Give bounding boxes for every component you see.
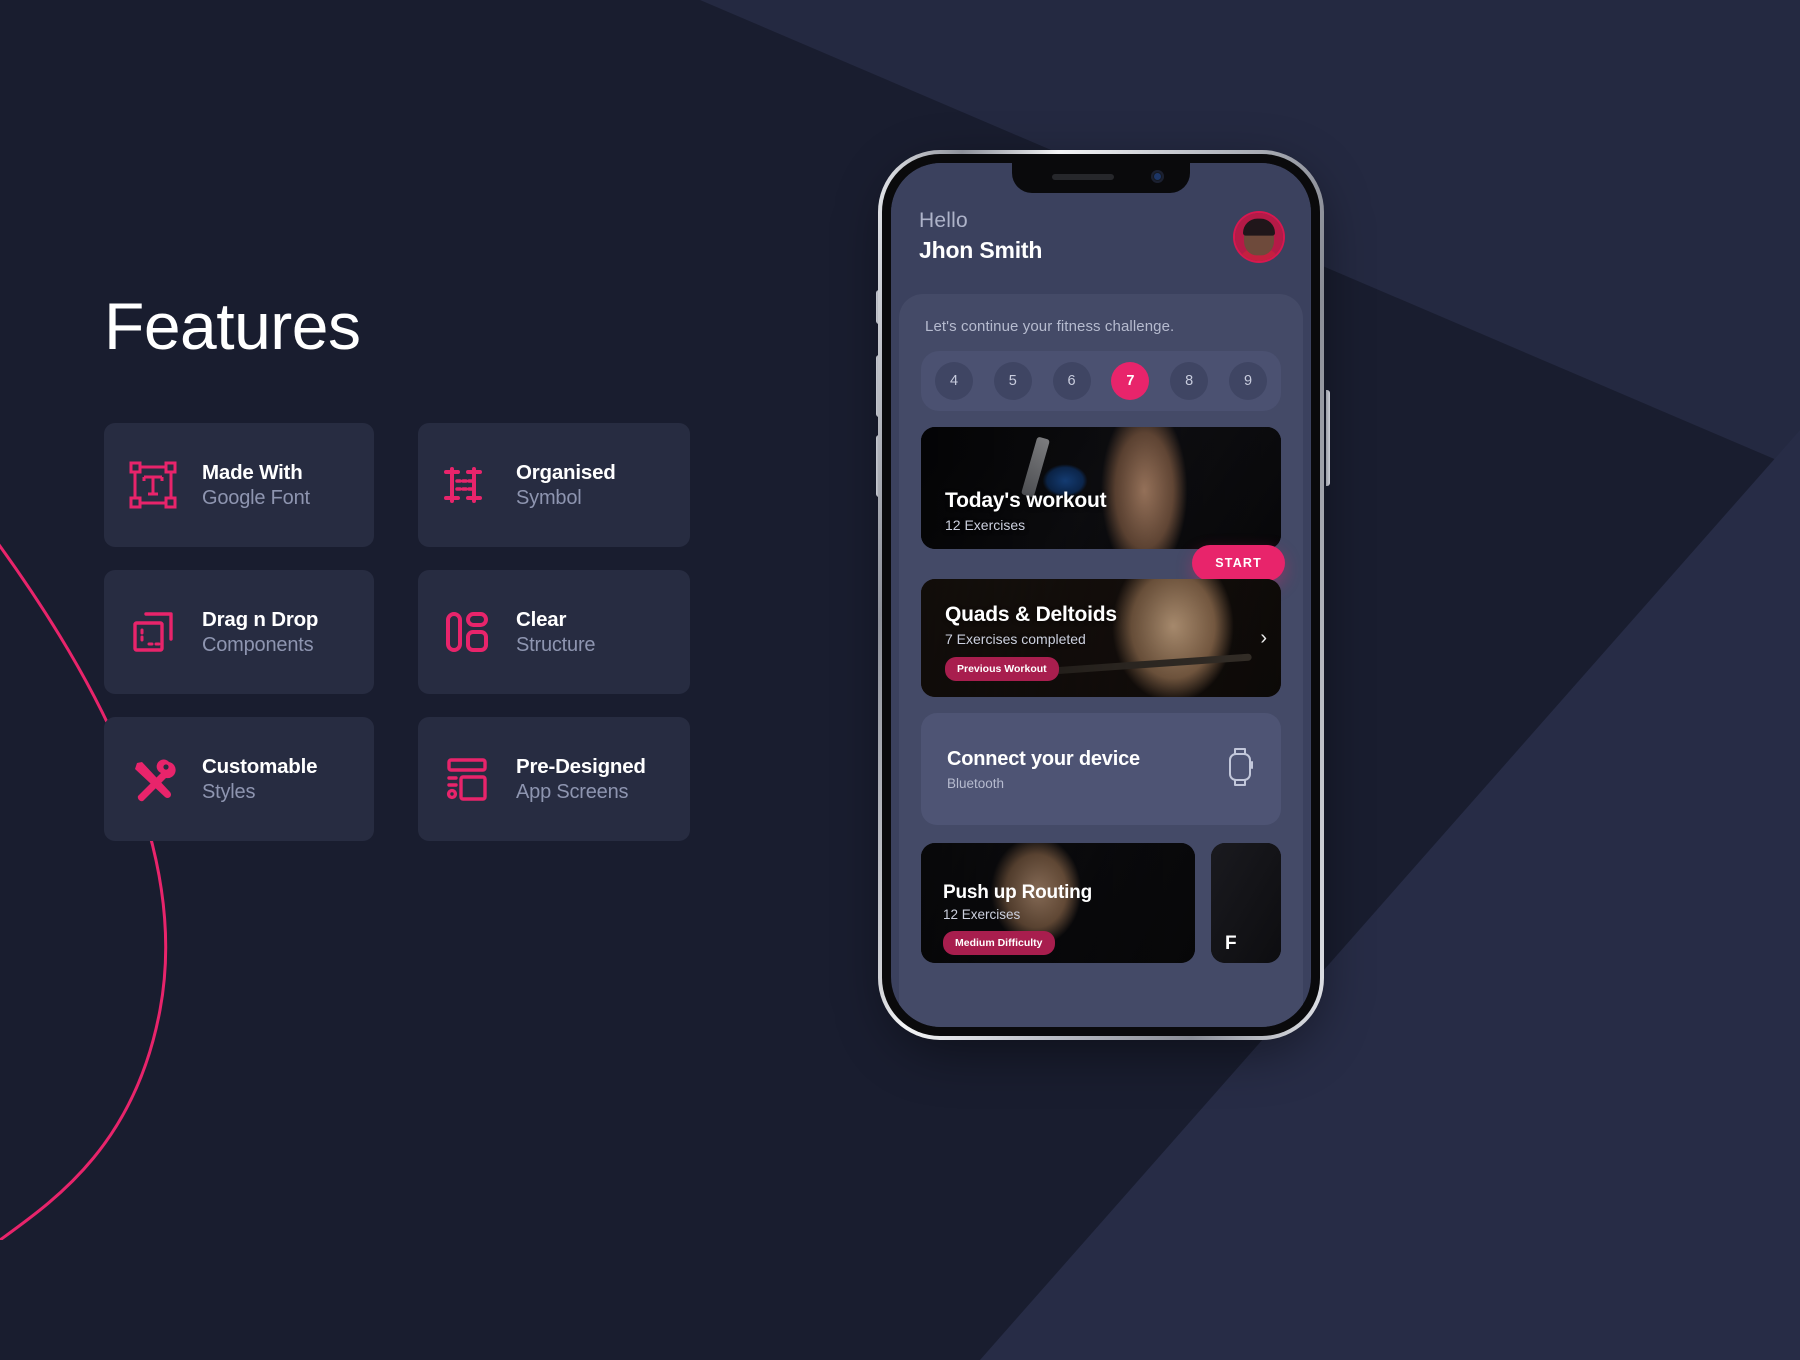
greeting-label: Hello <box>919 209 968 232</box>
todays-workout-title: Today's workout <box>945 489 1107 512</box>
feature-card-clear[interactable]: Clear Structure <box>418 570 690 695</box>
feature-subtitle: App Screens <box>516 780 629 803</box>
phone-power-button[interactable] <box>1326 390 1330 486</box>
tools-icon <box>124 750 182 808</box>
layout-blocks-icon <box>438 603 496 661</box>
push-up-routine-card[interactable]: Push up Routing 12 Exercises Medium Diff… <box>921 843 1195 963</box>
app-screen-icon <box>438 750 496 808</box>
fitness-app: Hello Jhon Smith Let's continue your fit… <box>891 163 1311 1027</box>
feature-title: Drag n Drop <box>202 607 319 631</box>
smartwatch-icon <box>1225 745 1255 794</box>
bottom-card-row: Push up Routing 12 Exercises Medium Diff… <box>921 843 1281 963</box>
phone-notch <box>1012 163 1190 193</box>
feature-subtitle: Symbol <box>516 486 582 509</box>
feature-title: Pre-Designed <box>516 754 646 778</box>
feature-title: Made With <box>202 460 303 484</box>
todays-workout-wrapper: Today's workout 12 Exercises START <box>921 427 1285 581</box>
start-button[interactable]: START <box>1192 545 1285 581</box>
phone-bezel: Hello Jhon Smith Let's continue your fit… <box>882 154 1320 1036</box>
chevron-right-icon[interactable]: › <box>1260 628 1267 648</box>
day-option-6[interactable]: 6 <box>1052 362 1091 400</box>
day-option-8[interactable]: 8 <box>1170 362 1209 400</box>
previous-workout-subtitle: 7 Exercises completed <box>945 631 1086 647</box>
push-up-tag: Medium Difficulty <box>943 931 1055 955</box>
next-workout-card-partial[interactable]: F <box>1211 843 1281 963</box>
todays-workout-subtitle: 12 Exercises <box>945 517 1026 533</box>
day-option-7-selected[interactable]: 7 <box>1111 362 1150 400</box>
next-workout-photo <box>1211 843 1281 963</box>
feature-subtitle: Structure <box>516 633 596 656</box>
connect-device-card[interactable]: Connect your device Bluetooth <box>921 713 1281 825</box>
day-option-4[interactable]: 4 <box>935 362 973 400</box>
feature-card-pre-designed[interactable]: Pre-Designed App Screens <box>418 717 690 842</box>
feature-title: Organised <box>516 460 616 484</box>
screenshot-root: Features Made With Google Font Organised… <box>0 0 1800 1360</box>
page-title: Features <box>104 289 361 363</box>
previous-workout-tag: Previous Workout <box>945 657 1059 681</box>
symbol-nodes-icon <box>438 456 496 514</box>
feature-subtitle: Components <box>202 633 314 656</box>
phone-screen: Hello Jhon Smith Let's continue your fit… <box>891 163 1311 1027</box>
text-frame-icon <box>124 456 182 514</box>
avatar[interactable] <box>1235 213 1283 261</box>
feature-subtitle: Google Font <box>202 486 310 509</box>
avatar-hair <box>1243 218 1275 236</box>
connect-device-title: Connect your device <box>947 747 1140 770</box>
features-section: Features Made With Google Font Organised… <box>104 289 824 842</box>
drag-drop-icon <box>124 603 182 661</box>
push-up-subtitle: 12 Exercises <box>943 907 1021 922</box>
feature-title: Clear <box>516 607 567 631</box>
connect-device-subtitle: Bluetooth <box>947 775 1005 791</box>
username-label: Jhon Smith <box>919 237 1043 263</box>
day-option-5[interactable]: 5 <box>993 362 1032 400</box>
content-panel: Let's continue your fitness challenge. 4… <box>899 294 1303 1027</box>
front-camera-icon <box>1151 170 1164 183</box>
feature-card-made-with[interactable]: Made With Google Font <box>104 423 374 548</box>
phone-mockup: Hello Jhon Smith Let's continue your fit… <box>876 150 1330 1050</box>
earpiece-speaker-icon <box>1052 174 1114 180</box>
todays-workout-card[interactable]: Today's workout 12 Exercises <box>921 427 1281 549</box>
day-selector[interactable]: 4 5 6 7 8 9 <box>921 351 1281 411</box>
feature-card-organised[interactable]: Organised Symbol <box>418 423 690 548</box>
day-option-9[interactable]: 9 <box>1228 362 1267 400</box>
feature-title: Customable <box>202 754 318 778</box>
features-grid: Made With Google Font Organised Symbol D… <box>104 423 824 842</box>
feature-card-customable[interactable]: Customable Styles <box>104 717 374 842</box>
feature-subtitle: Styles <box>202 780 256 803</box>
next-workout-title: F <box>1225 933 1237 954</box>
phone-frame: Hello Jhon Smith Let's continue your fit… <box>878 150 1324 1040</box>
previous-workout-card[interactable]: Quads & Deltoids 7 Exercises completed P… <box>921 579 1281 697</box>
previous-workout-title: Quads & Deltoids <box>945 603 1117 626</box>
challenge-text: Let's continue your fitness challenge. <box>925 318 1175 335</box>
feature-card-drag-n-drop[interactable]: Drag n Drop Components <box>104 570 374 695</box>
push-up-title: Push up Routing <box>943 882 1092 903</box>
